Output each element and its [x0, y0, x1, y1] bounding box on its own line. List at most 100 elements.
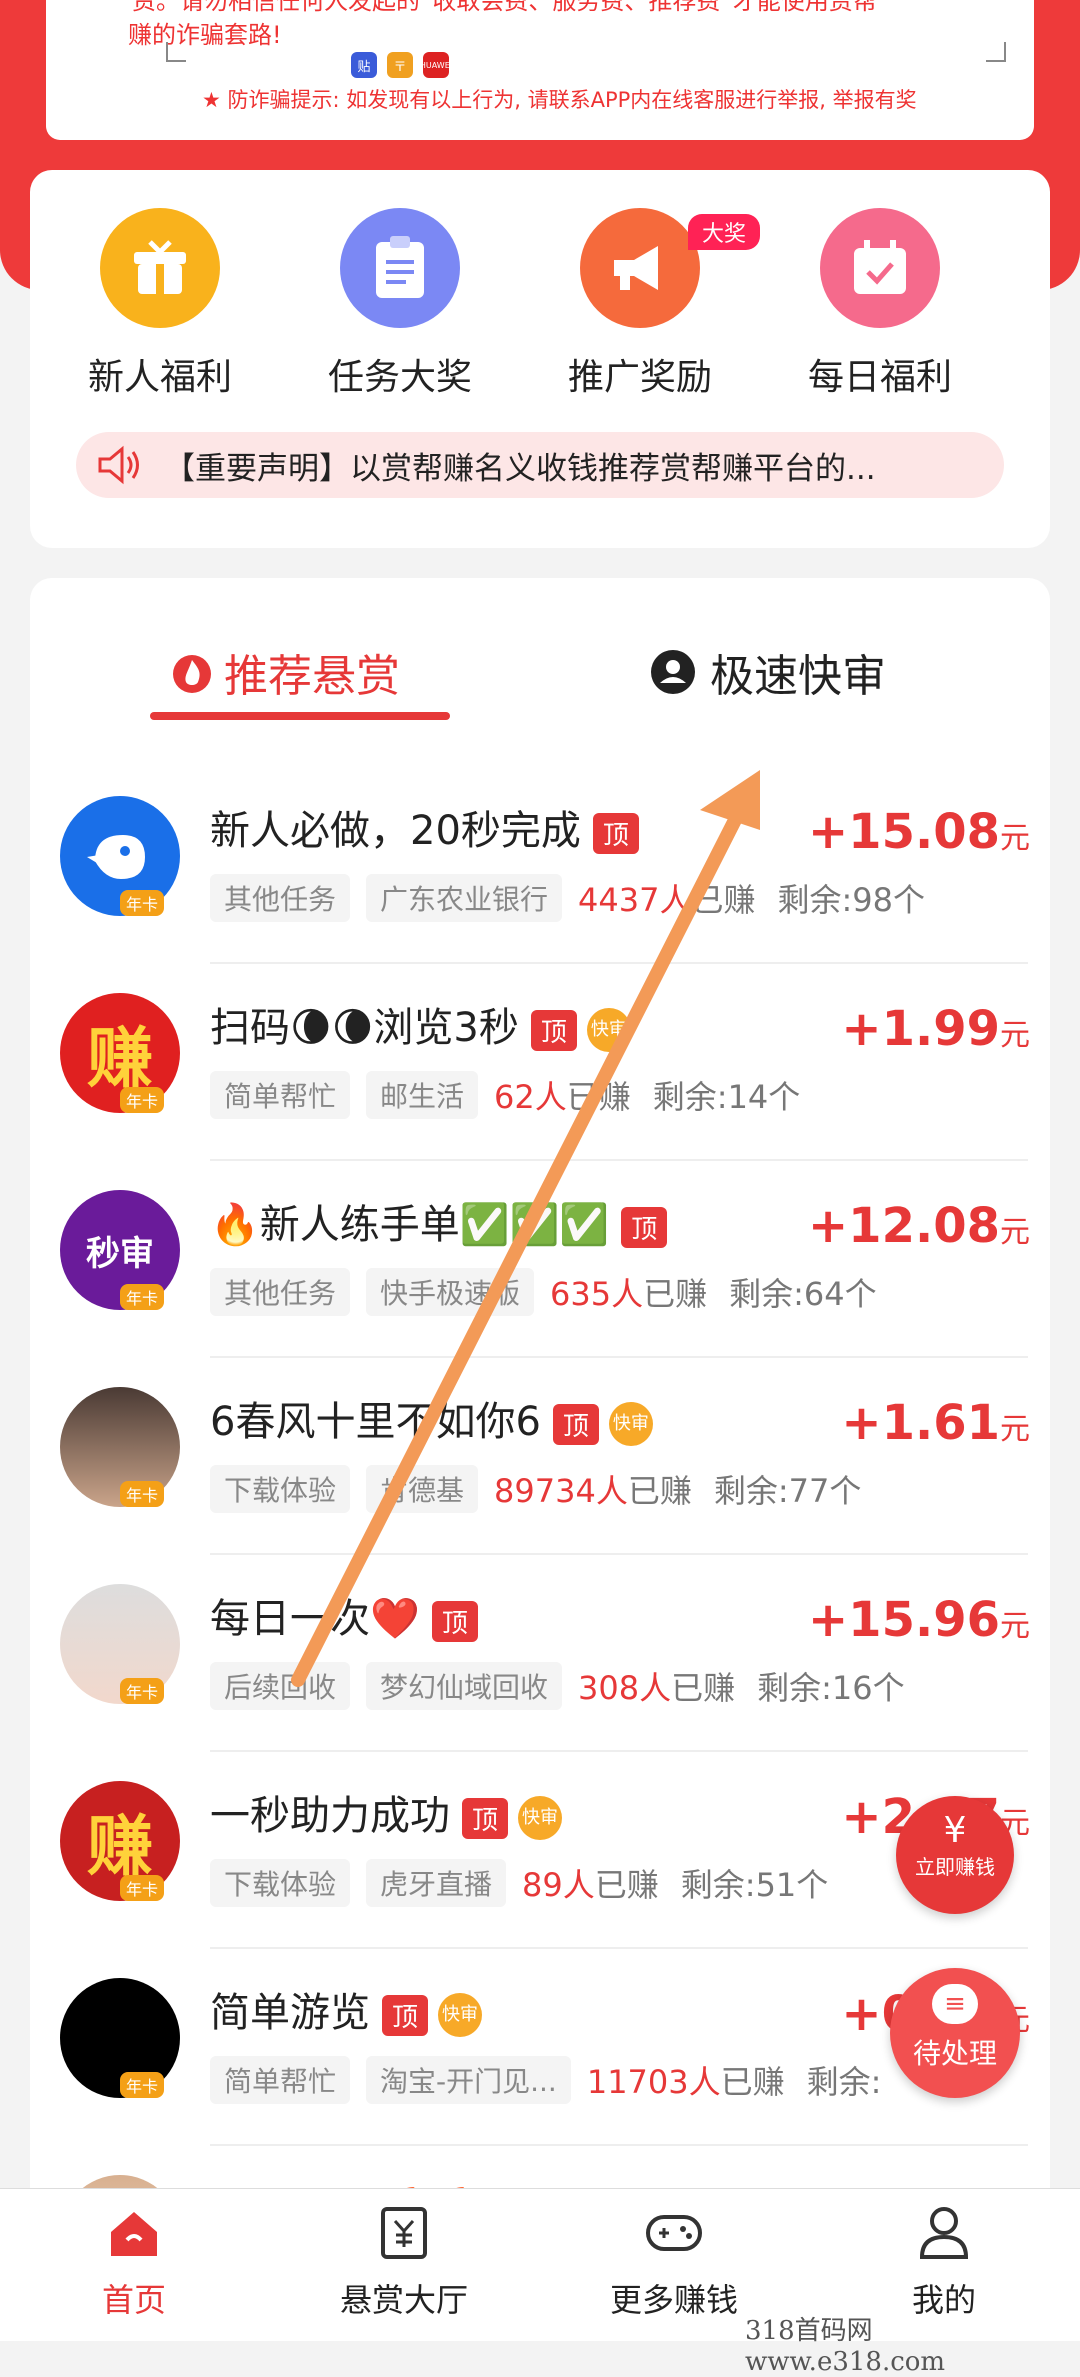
nav-profile[interactable]: 我的: [844, 2203, 1044, 2321]
fast-review-tag: 快审: [586, 1008, 631, 1052]
task-row[interactable]: 秒审年卡 🔥新人练手单✅✅✅ 顶其他任务 快手极速版 635人已赚 剩余:64个 +12.0…: [30, 1162, 1050, 1358]
reward-amount: +1.61: [841, 1395, 1000, 1451]
task-reward: +12.08元: [808, 1198, 1030, 1254]
task-meta: 其他任务 快手极速版 635人已赚 剩余:64个: [210, 1268, 877, 1316]
earned-label: 已赚: [671, 1669, 736, 1707]
task-app-chip: 邮生活: [366, 1071, 479, 1119]
task-title: 新人必做，20秒完成顶: [210, 798, 639, 856]
fast-review-tag: 快审: [608, 1402, 653, 1446]
task-meta: 其他任务 广东农业银行 4437人已赚 剩余:98个: [210, 874, 925, 922]
avatar-text: 秒审: [86, 1233, 154, 1274]
task-title-text: 简单游览: [210, 1990, 370, 2036]
task-app-chip: 梦幻仙域回收: [366, 1662, 563, 1710]
task-row[interactable]: 年卡 6春风十里不如你6 顶快审 下载体验 肯德基 89734人已赚 剩余:77个 +1.61…: [30, 1359, 1050, 1555]
pending-label: 待处理: [912, 2037, 997, 2070]
task-row[interactable]: 年卡 每日一次❤️ 顶后续回收 梦幻仙域回收 308人已赚 剩余:16个 +15.96元: [30, 1556, 1050, 1752]
announcement-text: 【重要声明】以赏帮赚名义收钱推荐赏帮赚平台的...: [164, 450, 876, 487]
fast-review-tag: 快审: [438, 1993, 483, 2037]
task-title: 🔥新人练手单✅✅✅ 顶: [210, 1192, 668, 1250]
task-title: 每日一次❤️ 顶: [210, 1586, 478, 1644]
earned-label: 已赚: [720, 2063, 785, 2101]
fraud-notice-card: 资。请勿相信任何人发起的“收取会费、服务费、推荐费”才能使用赏帮 赚的诈骗套路!…: [46, 0, 1034, 140]
task-category-chip: 下载体验: [210, 1465, 351, 1513]
tab-fast-review[interactable]: 极速快审: [650, 640, 886, 704]
task-title-text: 一秒助力成功: [210, 1793, 450, 1839]
notice-line-2: 赚的诈骗套路!: [128, 21, 282, 49]
huawei-icon: HUAWEI: [420, 52, 452, 78]
pinned-tag: 顶: [592, 812, 639, 854]
earned-number: 11703人: [586, 2063, 721, 2101]
tab-recommended[interactable]: 推荐悬赏: [172, 640, 400, 704]
yen-icon: ¥: [943, 1810, 967, 1851]
gamepad-icon: [644, 2203, 704, 2263]
quick-action-label: 任务大奖: [327, 357, 472, 398]
calendar-check-icon: [820, 208, 940, 328]
pinned-tag: 顶: [621, 1206, 668, 1248]
app-store-icon: 〒: [387, 52, 413, 78]
quick-action-task-prize[interactable]: 任务大奖: [300, 208, 500, 400]
tieba-icon: 贴: [351, 52, 377, 78]
quick-action-label: 每日福利: [807, 357, 952, 398]
earned-label: 已赚: [594, 1866, 659, 1904]
annual-card-badge: 年卡: [120, 1284, 165, 1310]
remaining-count: 剩余:51个: [680, 1866, 829, 1904]
task-meta: 后续回收 梦幻仙域回收 308人已赚 剩余:16个: [210, 1662, 905, 1710]
reward-amount: +15.08: [807, 804, 1000, 860]
task-list-card: 推荐悬赏 极速快审 年卡 新人必做，20秒完成顶其他任务 广东农业银行 4437人已赚…: [30, 578, 1050, 2338]
nav-more-earn[interactable]: 更多赚钱: [574, 2203, 774, 2321]
task-meta: 下载体验 肯德基 89734人已赚 剩余:77个: [210, 1465, 861, 1513]
task-row[interactable]: 赚年卡 扫码🌘🌘浏览3秒顶快审 简单帮忙 邮生活 62人已赚 剩余:14个 +1.99元: [30, 965, 1050, 1161]
reward-unit: 元: [1000, 1609, 1030, 1644]
task-title-text: 新人必做，20秒完成: [210, 808, 581, 854]
task-title: 一秒助力成功顶快审: [210, 1783, 563, 1841]
announcement-bar[interactable]: 【重要声明】以赏帮赚名义收钱推荐赏帮赚平台的...: [76, 432, 1004, 498]
remaining-count: 剩余:77个: [713, 1472, 862, 1510]
site-watermark: 318首码网 www.e318.com: [745, 2316, 946, 2377]
user-icon: [914, 2203, 974, 2263]
earned-count: 635人已赚: [550, 1269, 707, 1315]
task-reward: +1.99元: [841, 1001, 1030, 1057]
earned-count: 62人已赚: [494, 1072, 631, 1118]
corner-mark-left: [166, 42, 186, 62]
user-badge-icon: [651, 650, 695, 694]
fraud-notice-text: 资。请勿相信任何人发起的“收取会费、服务费、推荐费”才能使用赏帮 赚的诈骗套路!: [128, 0, 1032, 52]
task-app-chip: 淘宝-开门见...: [366, 2056, 571, 2104]
task-meta: 简单帮忙 淘宝-开门见... 11703人已赚 剩余:: [210, 2056, 881, 2104]
gift-box-icon: [100, 208, 220, 328]
row-divider: [210, 962, 1028, 964]
task-category-chip: 简单帮忙: [210, 1071, 351, 1119]
task-category-chip: 其他任务: [210, 874, 351, 922]
earned-label: 已赚: [691, 881, 756, 919]
remaining-count: 剩余:: [806, 2063, 882, 2101]
nav-label: 悬赏大厅: [339, 2281, 468, 2319]
row-divider: [210, 1159, 1028, 1161]
earn-now-label: 立即赚钱: [915, 1855, 995, 1879]
big-prize-badge: 大奖: [688, 214, 761, 250]
active-tab-indicator: [150, 712, 450, 720]
earn-now-button[interactable]: ¥ 立即赚钱: [896, 1796, 1014, 1914]
earned-count: 4437人已赚: [578, 875, 755, 921]
row-divider: [210, 1750, 1028, 1752]
pinned-tag: 顶: [382, 1994, 429, 2036]
annual-card-badge: 年卡: [120, 1087, 165, 1113]
earned-count: 308人已赚: [578, 1663, 735, 1709]
quick-action-newbie[interactable]: 新人福利: [60, 208, 260, 400]
task-reward: +15.08元: [808, 804, 1030, 860]
nav-label: 更多赚钱: [609, 2281, 738, 2319]
task-row[interactable]: 年卡 新人必做，20秒完成顶其他任务 广东农业银行 4437人已赚 剩余:98个 +15.…: [30, 768, 1050, 964]
nav-label: 首页: [101, 2281, 166, 2319]
earned-count: 11703人已赚: [587, 2057, 785, 2103]
remaining-count: 剩余:16个: [757, 1669, 905, 1707]
task-app-chip: 肯德基: [366, 1465, 479, 1513]
pinned-tag: 顶: [431, 1600, 478, 1642]
reward-amount: +1.99: [841, 1001, 1000, 1057]
flame-icon: [173, 655, 211, 693]
quick-action-daily[interactable]: 每日福利: [780, 208, 980, 400]
pending-button[interactable]: ≡ 待处理: [890, 1968, 1020, 2098]
nav-bounty-hall[interactable]: 悬赏大厅: [304, 2203, 504, 2321]
annual-card-badge: 年卡: [120, 890, 165, 916]
remaining-count: 剩余:64个: [729, 1275, 877, 1313]
nav-home[interactable]: 首页: [34, 2203, 234, 2321]
earned-label: 已赚: [566, 1078, 631, 1116]
speaker-icon: [98, 445, 139, 485]
